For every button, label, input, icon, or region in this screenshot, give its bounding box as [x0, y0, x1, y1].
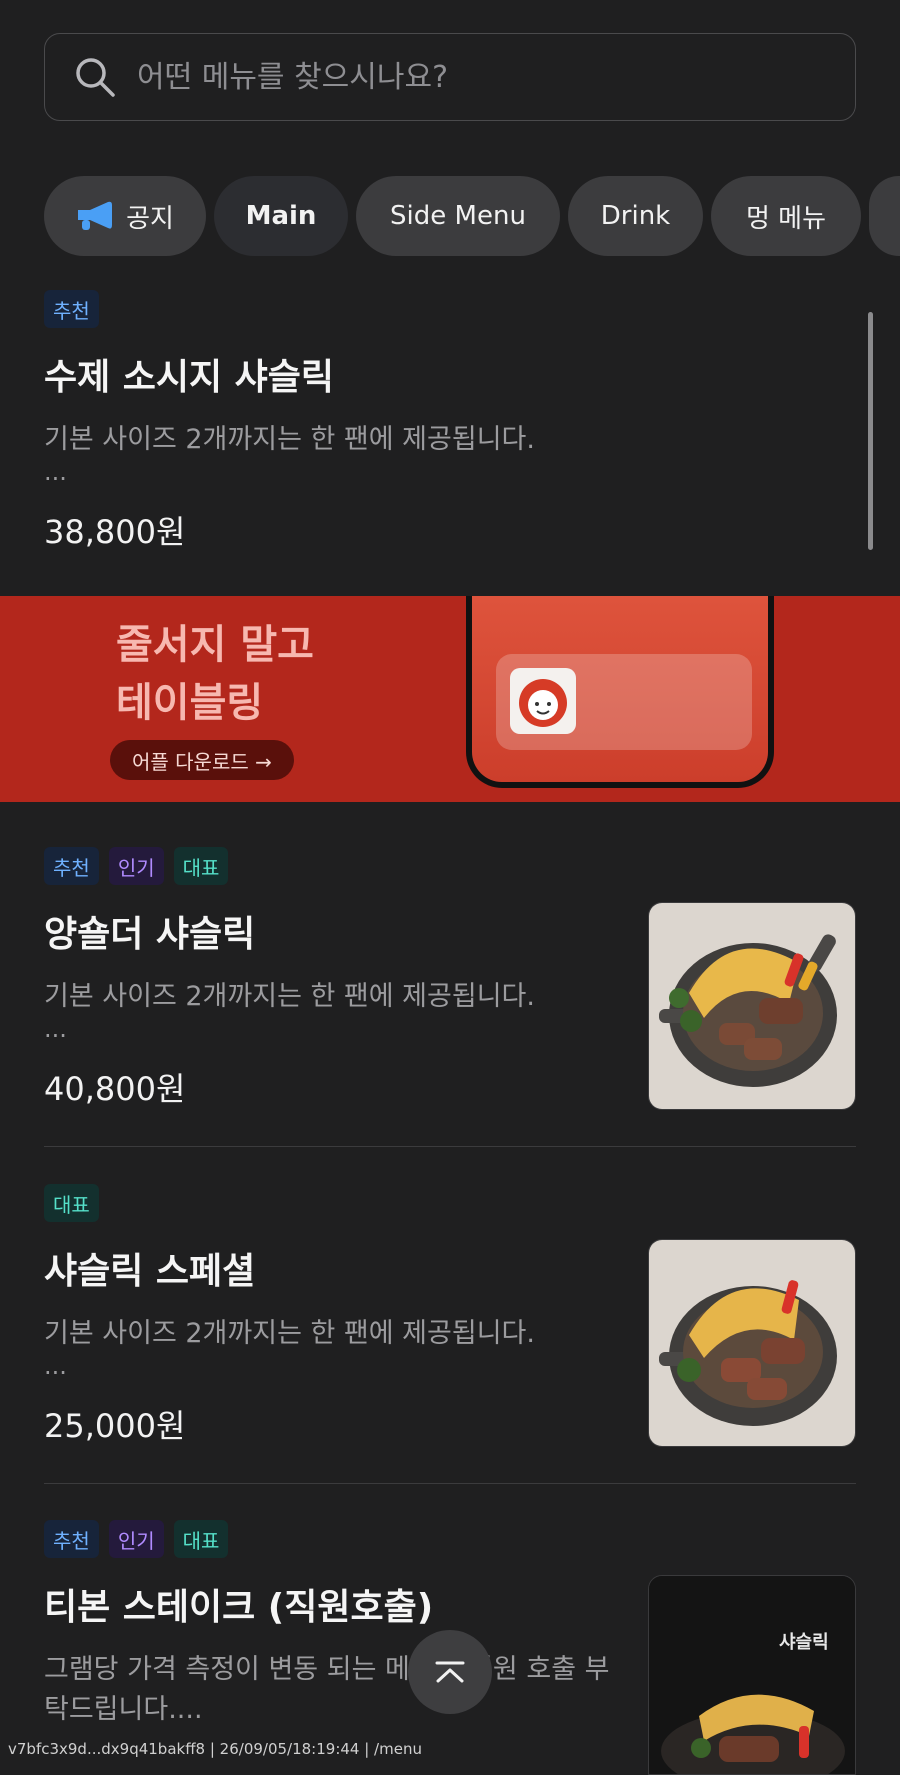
tab-dog-menu-label: 멍 메뉴	[745, 203, 827, 234]
tag-recommended: 추천	[44, 290, 99, 328]
tab-side-menu[interactable]: Side Menu	[356, 176, 560, 256]
tag-recommended: 추천	[44, 847, 99, 885]
divider	[44, 1146, 856, 1147]
tab-main-label: Main	[245, 201, 317, 231]
tab-drink-label: Drink	[600, 201, 671, 231]
menu-item-price: 38,800원	[44, 513, 186, 551]
tag-signature: 대표	[44, 1184, 99, 1222]
category-tabs: 공지 Main Side Menu Drink 멍 메뉴	[44, 176, 900, 258]
menu-item-description: 기본 사이즈 2개까지는 한 팬에 제공됩니다.	[44, 1318, 535, 1349]
banner-headline: 줄서지 말고 테이블링	[116, 616, 314, 732]
scroll-to-top-button[interactable]	[408, 1630, 492, 1714]
tab-notice[interactable]: 공지	[44, 176, 206, 256]
menu-item[interactable]: 대표 샤슬릭 스페셜 기본 사이즈 2개까지는 한 팬에 제공됩니다. ... …	[44, 1184, 856, 1447]
megaphone-icon	[78, 201, 113, 230]
banner-line2: 테이블링	[116, 680, 264, 726]
tab-drink[interactable]: Drink	[568, 176, 703, 256]
menu-item[interactable]: 추천 수제 소시지 샤슬릭 기본 사이즈 2개까지는 한 팬에 제공됩니다. .…	[44, 290, 856, 552]
menu-item-ellipsis: ...	[44, 458, 67, 486]
search-bar[interactable]	[44, 33, 856, 121]
app-download-banner[interactable]: 줄서지 말고 테이블링 어플 다운로드 →	[0, 596, 900, 802]
menu-item-photo: 샤슬릭	[648, 1575, 856, 1775]
menu-item[interactable]: 추천 인기 대표 양숄더 샤슬릭 기본 사이즈 2개까지는 한 팬에 제공됩니다…	[44, 847, 856, 1110]
tag-recommended: 추천	[44, 1520, 99, 1558]
menu-item-photo	[648, 902, 856, 1110]
tab-main[interactable]: Main	[214, 176, 348, 256]
tag-list: 추천 인기 대표	[44, 847, 856, 887]
menu-item-title: 수제 소시지 샤슬릭	[44, 357, 335, 398]
banner-line1: 줄서지 말고	[116, 622, 314, 668]
tag-popular: 인기	[108, 1520, 164, 1558]
menu-item-photo	[648, 1239, 856, 1447]
menu-item-description: 기본 사이즈 2개까지는 한 팬에 제공됩니다.	[44, 424, 535, 455]
tag-list: 추천	[44, 290, 856, 330]
tab-notice-label: 공지	[126, 203, 174, 234]
menu-item-description: 그램당 가격 측정이 변동 되는 메뉴로 직원 호출 부탁드립니다....	[44, 1654, 610, 1725]
tag-popular: 인기	[108, 847, 164, 885]
divider	[44, 1483, 856, 1484]
search-icon	[76, 58, 115, 97]
debug-footer: v7bfc3x9d...dx9q41bakff8 | 26/09/05/18:1…	[8, 1740, 422, 1758]
tab-dog-menu[interactable]: 멍 메뉴	[711, 176, 861, 256]
tag-signature: 대표	[173, 847, 229, 885]
tab-more[interactable]	[869, 176, 900, 256]
app-card	[496, 654, 752, 750]
menu-item-description: 기본 사이즈 2개까지는 한 팬에 제공됩니다.	[44, 981, 535, 1012]
search-input[interactable]	[135, 58, 855, 96]
tab-side-menu-label: Side Menu	[390, 201, 526, 231]
tag-list: 추천 인기 대표	[44, 1520, 856, 1560]
phone-illustration	[466, 596, 774, 788]
chevron-up-icon	[435, 1661, 465, 1683]
photo-brand-text: 샤슬릭	[779, 1632, 829, 1653]
tag-signature: 대표	[173, 1520, 229, 1558]
tag-list: 대표	[44, 1184, 856, 1224]
scrollbar[interactable]	[868, 312, 873, 550]
app-download-button[interactable]: 어플 다운로드 →	[110, 740, 294, 780]
app-logo-icon	[510, 668, 576, 734]
